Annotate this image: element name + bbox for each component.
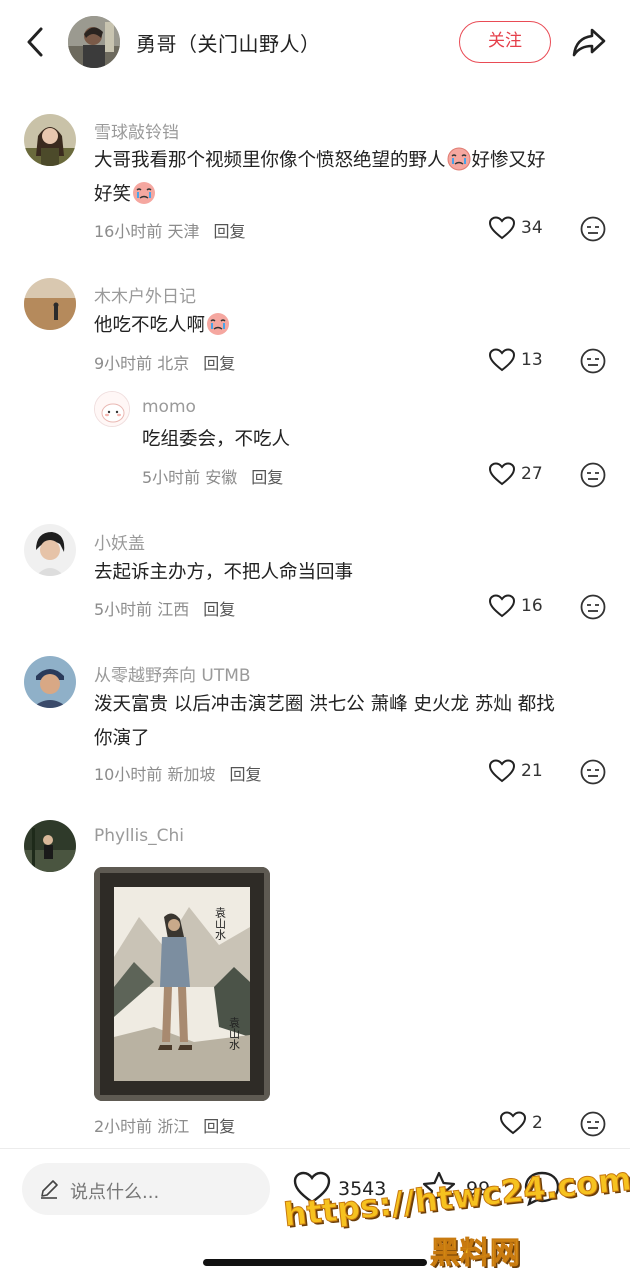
comment-text: 去起诉主办方，不把人命当回事 bbox=[94, 556, 604, 590]
comment-time-location: 5小时前 安徽 bbox=[142, 468, 238, 487]
follow-button[interactable]: 关注 bbox=[459, 21, 551, 63]
comment-meta: 5小时前 安徽 回复 bbox=[142, 464, 283, 488]
heart-icon bbox=[489, 594, 515, 618]
comment-text: 大哥我看那个视频里你像个愤怒绝望的野人 好惨又好 好笑 bbox=[94, 144, 604, 212]
comment-time-location: 16小时前 天津 bbox=[94, 222, 200, 241]
like-count: 34 bbox=[521, 218, 543, 238]
commenter-name[interactable]: Phyllis_Chi bbox=[94, 826, 184, 846]
commenter-name[interactable]: momo bbox=[142, 397, 196, 417]
home-indicator bbox=[203, 1259, 427, 1266]
painting-calligraphy: 袁山水 bbox=[214, 907, 227, 940]
dislike-face-icon[interactable] bbox=[580, 462, 606, 488]
comment-time-location: 10小时前 新加坡 bbox=[94, 765, 216, 784]
crying-emoji-icon bbox=[133, 182, 156, 204]
comment-time-location: 2小时前 浙江 bbox=[94, 1117, 190, 1136]
dislike-face-icon[interactable] bbox=[580, 759, 606, 785]
commenter-avatar[interactable] bbox=[24, 114, 76, 166]
like-button[interactable]: 16 bbox=[489, 592, 569, 622]
top-nav-bar: 勇哥（关门山野人） 关注 bbox=[0, 0, 630, 84]
reply-button[interactable]: 回复 bbox=[213, 222, 245, 241]
commenter-avatar[interactable] bbox=[24, 524, 76, 576]
comment-time-location: 5小时前 江西 bbox=[94, 600, 190, 619]
comment-text-part: 去起诉主办方，不把人命当回事 bbox=[94, 562, 354, 583]
like-button[interactable]: 34 bbox=[489, 214, 569, 244]
commenter-name[interactable]: 小妖盖 bbox=[94, 529, 145, 554]
reply-button[interactable]: 回复 bbox=[229, 765, 261, 784]
comment-text-part: 大哥我看那个视频里你像个愤怒绝望的野人 bbox=[94, 150, 446, 171]
comment-text: 吃组委会，不吃人 bbox=[142, 423, 630, 457]
painting-calligraphy: 袁山水 bbox=[228, 1017, 241, 1050]
comment-meta: 16小时前 天津 回复 bbox=[94, 218, 245, 242]
back-arrow-icon[interactable] bbox=[22, 26, 50, 58]
reply-button[interactable]: 回复 bbox=[251, 468, 283, 487]
heart-icon bbox=[500, 1111, 526, 1135]
heart-icon bbox=[489, 462, 515, 486]
commenter-avatar[interactable] bbox=[94, 391, 130, 427]
comment-text-part: 他吃不吃人啊 bbox=[94, 315, 206, 336]
like-button[interactable]: 13 bbox=[489, 346, 569, 376]
comment-text: 泼天富贵 以后冲击演艺圈 洪七公 萧峰 史火龙 苏灿 都找 你演了 bbox=[94, 688, 604, 756]
share-icon[interactable] bbox=[570, 24, 608, 60]
heart-icon bbox=[489, 348, 515, 372]
pencil-icon bbox=[41, 1180, 58, 1199]
comment-text-part: 你演了 bbox=[94, 728, 150, 749]
comment-text: 他吃不吃人啊 bbox=[94, 309, 604, 343]
dislike-face-icon[interactable] bbox=[580, 1111, 606, 1137]
like-button[interactable]: 2 bbox=[500, 1109, 580, 1139]
crying-emoji-icon bbox=[207, 313, 230, 335]
author-name[interactable]: 勇哥（关门山野人） bbox=[136, 28, 321, 57]
bottom-divider bbox=[0, 1148, 630, 1149]
dislike-face-icon[interactable] bbox=[580, 216, 606, 242]
comment-text-part: 好笑 bbox=[94, 184, 132, 205]
comment-image[interactable]: 袁山水 袁山水 bbox=[94, 867, 270, 1101]
author-avatar[interactable] bbox=[68, 16, 120, 68]
commenter-name[interactable]: 从零越野奔向 UTMB bbox=[94, 661, 251, 686]
commenter-avatar[interactable] bbox=[24, 820, 76, 872]
comment-text-part: 吃组委会，不吃人 bbox=[142, 429, 291, 450]
commenter-avatar[interactable] bbox=[24, 278, 76, 330]
comment-meta: 9小时前 北京 回复 bbox=[94, 350, 235, 374]
like-count: 2 bbox=[532, 1113, 543, 1133]
watermark-name: 黑料网 bbox=[430, 1236, 521, 1272]
like-count: 16 bbox=[521, 596, 543, 616]
dislike-face-icon[interactable] bbox=[580, 594, 606, 620]
input-placeholder: 说点什么... bbox=[70, 1182, 160, 1203]
reply-button[interactable]: 回复 bbox=[203, 354, 235, 373]
reply-button[interactable]: 回复 bbox=[203, 1117, 235, 1136]
comment-text-part: 好惨又好 bbox=[471, 150, 546, 171]
like-button[interactable]: 27 bbox=[489, 460, 569, 490]
like-count: 27 bbox=[521, 464, 543, 484]
comment-meta: 10小时前 新加坡 回复 bbox=[94, 761, 261, 785]
heart-icon bbox=[489, 759, 515, 783]
like-button[interactable]: 21 bbox=[489, 757, 569, 787]
dislike-face-icon[interactable] bbox=[580, 348, 606, 374]
commenter-avatar[interactable] bbox=[24, 656, 76, 708]
commenter-name[interactable]: 木木户外日记 bbox=[94, 282, 196, 307]
commenter-name[interactable]: 雪球敲铃铛 bbox=[94, 118, 179, 143]
comment-text-part: 泼天富贵 以后冲击演艺圈 洪七公 萧峰 史火龙 苏灿 都找 bbox=[94, 694, 555, 715]
comment-meta: 5小时前 江西 回复 bbox=[94, 596, 235, 620]
comment-meta: 2小时前 浙江 回复 bbox=[94, 1113, 235, 1137]
crying-emoji-icon bbox=[447, 147, 471, 171]
like-count: 13 bbox=[521, 350, 543, 370]
reply-button[interactable]: 回复 bbox=[203, 600, 235, 619]
comment-time-location: 9小时前 北京 bbox=[94, 354, 190, 373]
heart-icon bbox=[489, 216, 515, 240]
like-count: 21 bbox=[521, 761, 543, 781]
comment-input[interactable]: 说点什么... bbox=[22, 1163, 270, 1215]
